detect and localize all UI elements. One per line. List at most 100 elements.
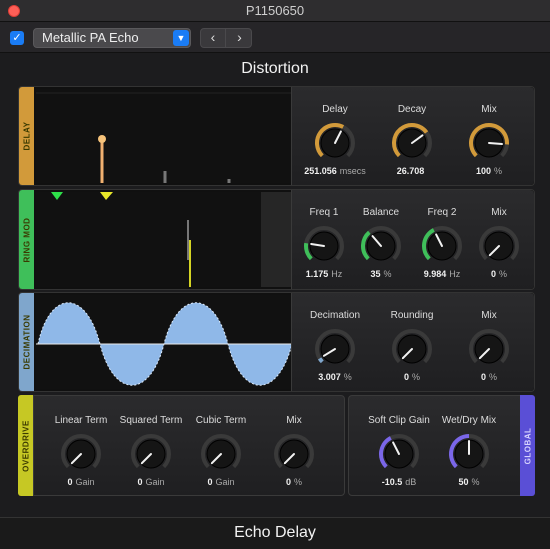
knob-value: 0 (137, 477, 143, 487)
balance-knob[interactable]: Balance 35% (346, 207, 416, 279)
knob-value: 35 (370, 269, 381, 279)
chevron-down-icon: ▼ (173, 30, 189, 46)
decimation-mix-dial[interactable] (468, 328, 510, 370)
knob-value: 3.007 (318, 372, 341, 382)
delay-controls: Delay 251.056 msecs Decay 26.708 Mix 100% (291, 87, 534, 185)
decimation-mix-knob[interactable]: Mix 0% (454, 310, 524, 382)
cubic-term-knob[interactable]: Cubic Term 0 Gain (186, 415, 256, 487)
delay-knob[interactable]: Delay 251.056 msecs (300, 104, 370, 176)
delay-mix-dial[interactable] (468, 122, 510, 164)
decay-knob[interactable]: Decay 26.708 (377, 104, 447, 176)
squared-term-dial[interactable] (130, 433, 172, 475)
knob-value: 0 (67, 477, 73, 487)
knob-label: Wet/Dry Mix (441, 415, 497, 426)
knob-value: -10.5 (381, 477, 403, 487)
overdrive-mix-knob[interactable]: Mix 0% (259, 415, 329, 487)
window-title: P1150650 (245, 3, 305, 18)
cubic-term-dial[interactable] (200, 433, 242, 475)
delay-section: DELAY Delay 251.056 msecs Decay 26.708 Mi… (18, 86, 535, 186)
knob-label: Delay (322, 104, 348, 115)
squared-term-knob[interactable]: Squared Term 0 Gain (116, 415, 186, 487)
ringmod-mix-knob[interactable]: Mix 0% (464, 207, 534, 279)
knob-pointer (488, 142, 503, 146)
freq2-marker-icon (100, 192, 113, 200)
decay-dial[interactable] (391, 122, 433, 164)
knob-unit: Gain (145, 477, 165, 487)
knob-value: 0 (480, 372, 486, 382)
soft-clip-gain-dial[interactable] (378, 433, 420, 475)
decimation-dial[interactable] (314, 328, 356, 370)
knob-value: 9.984 (423, 269, 447, 279)
knob-graphic (201, 434, 241, 469)
knob-unit: % (343, 372, 352, 382)
global-tag: GLOBAL (520, 395, 535, 496)
knob-value: 0 (285, 477, 291, 487)
previous-preset-button[interactable]: ‹ (201, 29, 226, 47)
knob-graphic (274, 434, 314, 469)
knob-label: Rounding (390, 310, 434, 321)
knob-unit: % (412, 372, 421, 382)
knob-label: Mix (481, 104, 497, 115)
knob-unit: % (383, 269, 392, 279)
delay-dial[interactable] (314, 122, 356, 164)
ringmod-section: RING MOD Freq 1 1.175 Hz Balance 35% Freq… (18, 189, 535, 290)
ringmod-tag: RING MOD (19, 190, 34, 289)
next-preset-button[interactable]: › (227, 29, 252, 47)
knob-unit: % (499, 269, 508, 279)
decimation-waveform (36, 302, 293, 386)
knob-value: 0 (490, 269, 496, 279)
freq1-dial[interactable] (303, 225, 345, 267)
decimation-knob[interactable]: Decimation 3.007% (300, 310, 370, 382)
knob-graphic (469, 329, 509, 364)
delay-mix-knob[interactable]: Mix 100% (454, 104, 524, 176)
ringmod-controls: Freq 1 1.175 Hz Balance 35% Freq 2 9.984 H… (291, 190, 534, 289)
knob-graphic (479, 226, 519, 261)
freq2-dial[interactable] (421, 225, 463, 267)
knob-unit: Hz (331, 269, 343, 279)
plugin-title: Distortion (241, 60, 309, 77)
linear-term-knob[interactable]: Linear Term 0 Gain (46, 415, 116, 487)
knob-value: 1.175 (305, 269, 329, 279)
delay-taps-graph (36, 92, 292, 183)
decimation-display[interactable] (36, 295, 293, 389)
knob-graphic (315, 329, 355, 364)
preset-label: Metallic PA Echo (42, 30, 139, 45)
knob-graphic (379, 434, 419, 469)
balance-dial[interactable] (360, 225, 402, 267)
knob-value-arc (317, 357, 324, 364)
knob-value: 100 (475, 166, 491, 176)
preset-dropdown[interactable]: Metallic PA Echo ▼ (33, 28, 191, 48)
knob-label: Mix (481, 310, 497, 321)
linear-term-dial[interactable] (60, 433, 102, 475)
knob-unit: % (489, 372, 498, 382)
overdrive-mix-dial[interactable] (273, 433, 315, 475)
knob-unit: dB (405, 477, 417, 487)
decimation-tag: DECIMATION (19, 293, 34, 391)
knob-graphic (304, 226, 344, 261)
knob-label: Squared Term (119, 415, 183, 426)
knob-value: 50 (458, 477, 469, 487)
wet-dry-mix-knob[interactable]: Wet/Dry Mix 50% (434, 415, 504, 487)
wet-dry-mix-dial[interactable] (448, 433, 490, 475)
preset-nav: ‹ › (200, 28, 252, 48)
window-titlebar: P1150650 (0, 0, 550, 22)
knob-graphic (392, 329, 432, 364)
knob-label: Mix (286, 415, 302, 426)
plugin-enable-checkbox[interactable]: ✓ (10, 31, 24, 45)
knob-unit: Gain (75, 477, 95, 487)
knob-graphic (449, 434, 489, 469)
ringmod-display[interactable] (36, 192, 292, 287)
close-window-button[interactable] (8, 5, 20, 17)
rounding-knob[interactable]: Rounding 0% (377, 310, 447, 382)
knob-value: 0 (403, 372, 409, 382)
knob-label: Cubic Term (195, 415, 247, 426)
delay-display[interactable] (36, 89, 292, 183)
rounding-dial[interactable] (391, 328, 433, 370)
decimation-controls: Decimation 3.007% Rounding 0% Mix 0% (291, 293, 534, 391)
decimation-section: DECIMATION Decimation 3.007% Rounding 0%… (18, 292, 535, 392)
overdrive-section: OVERDRIVE Linear Term 0 Gain Squared Term… (18, 395, 345, 496)
ringmod-mix-dial[interactable] (478, 225, 520, 267)
soft-clip-gain-knob[interactable]: Soft Clip Gain -10.5 dB (364, 415, 434, 487)
knob-graphic (392, 123, 432, 158)
knob-value: 0 (207, 477, 213, 487)
